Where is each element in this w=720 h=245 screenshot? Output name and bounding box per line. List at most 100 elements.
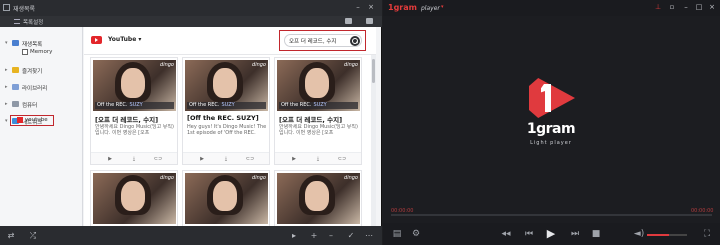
download-icon[interactable]: ⤓ [221, 156, 231, 162]
play-selected-icon[interactable]: ▸ [289, 231, 299, 240]
download-icon[interactable]: ⤓ [129, 156, 139, 162]
scrollbar-thumb[interactable] [372, 59, 375, 83]
video-card[interactable]: dingo Off the REC. SUZY [오프 더 레코드, 수지] 안녕하세요… [90, 57, 178, 165]
app-root: 재생목록 – × 목록설정 ▾ 재생목록 Memory ▸ 즐겨찾기 ▸ 라이브… [0, 0, 720, 245]
sidebar-item-label: 라이브러리 [22, 86, 48, 92]
seek-bar[interactable] [391, 214, 712, 216]
thumbnail-badge: dingo [344, 175, 358, 181]
volume-slider[interactable] [647, 234, 687, 236]
video-title[interactable]: [Off the REC. SUZY] [187, 114, 269, 122]
folder-icon[interactable] [345, 18, 352, 24]
thumbnail-caption: Off the REC. SUZY [279, 102, 358, 109]
player-titlebar: 1gram player ▾ ⊥ ▫ – □ × [383, 0, 720, 16]
sidebar-subitem-memory[interactable]: Memory [0, 48, 83, 57]
logo-text: 1gram [526, 121, 576, 137]
thumbnail-face [213, 181, 237, 211]
playlist-toolbar: 목록설정 [0, 16, 382, 27]
repeat-icon[interactable]: ⇄ [6, 231, 16, 240]
video-description: Hey guys! It's Dingo Music! The 1st epis… [187, 124, 267, 136]
remove-icon[interactable]: – [326, 231, 336, 240]
play-icon[interactable]: ▶ [197, 156, 207, 162]
download-icon[interactable]: ⤓ [313, 156, 323, 162]
shuffle-icon[interactable]: ⤮ [28, 231, 38, 240]
logo-play-icon [529, 78, 575, 118]
video-thumbnail[interactable]: dingo [185, 173, 268, 224]
close-icon[interactable]: × [707, 3, 717, 11]
video-thumbnail[interactable]: dingo [277, 173, 360, 224]
search-input[interactable] [289, 37, 347, 45]
player-controls: ▤ ⚙ ◂◂ ⏮ ▶ ⏭ ■ ◄) ⛶ [383, 223, 720, 245]
link-icon[interactable]: ⊂⊃ [337, 156, 347, 162]
search-icon[interactable] [350, 36, 360, 46]
prev-frame-icon[interactable]: ◂◂ [500, 229, 512, 239]
fullscreen-icon[interactable]: ⛶ [701, 229, 713, 239]
video-title[interactable]: [오프 더 레코드, 수지] [279, 114, 361, 124]
video-thumbnail[interactable]: dingo [93, 173, 176, 224]
video-card[interactable]: dingo Off the REC. SUZY [오프 더 레코드, 수지] 안녕하세요… [274, 57, 362, 165]
playlist-icon [12, 40, 19, 46]
thumbnail-face [305, 181, 329, 211]
save-list-icon[interactable] [366, 18, 373, 24]
chevron-right-icon[interactable]: ▸ [5, 84, 8, 90]
computer-icon [12, 101, 19, 107]
link-icon[interactable]: ⊂⊃ [245, 156, 255, 162]
thumbnail-face [305, 68, 329, 98]
sidebar-item-label: 재생목록 [22, 42, 43, 48]
chevron-down-icon[interactable]: ▾ [5, 40, 8, 46]
close-icon[interactable]: × [366, 3, 376, 11]
playlist-window-icon [3, 4, 10, 11]
sidebar-item-playlist[interactable]: ▾ 재생목록 [0, 38, 83, 48]
volume-icon[interactable]: ◄) [633, 229, 645, 239]
more-icon[interactable]: ⋯ [364, 231, 374, 240]
playlist-bottombar: ⇄ ⤮ ▸ + – ✓ ⋯ [0, 226, 382, 245]
video-thumbnail[interactable]: dingo Off the REC. SUZY [93, 60, 176, 111]
playlist-window-title: 재생목록 [13, 6, 36, 13]
list-settings-label[interactable]: 목록설정 [23, 18, 43, 26]
next-icon[interactable]: ⏭ [569, 229, 581, 239]
video-description: 안녕하세요 Dingo Music(딩고 뮤직)입니다. 이번 영상은 [오프 [279, 124, 358, 136]
thumbnail-badge: dingo [160, 175, 174, 181]
playlist-window: 재생목록 – × 목록설정 ▾ 재생목록 Memory ▸ 즐겨찾기 ▸ 라이브… [0, 0, 382, 245]
pin-icon[interactable]: ⊥ [653, 3, 663, 11]
volume-slider-fill [647, 234, 669, 236]
sidebar-item-favorites[interactable]: ▸ 즐겨찾기 [0, 65, 83, 75]
card-actions: ▶ ⤓ ⊂⊃ [183, 152, 269, 164]
minimize-icon[interactable]: – [353, 3, 363, 11]
stop-icon[interactable]: ■ [590, 229, 602, 239]
thumbnail-face [121, 68, 145, 98]
previous-icon[interactable]: ⏮ [523, 229, 535, 239]
card-actions: ▶ ⤓ ⊂⊃ [91, 152, 177, 164]
star-folder-icon [12, 67, 19, 73]
link-icon[interactable]: ⊂⊃ [153, 156, 163, 162]
video-card[interactable]: dingo Off the REC. SUZY [Off the REC. SUZY]… [182, 57, 270, 165]
source-selector[interactable]: YouTube ▾ [108, 36, 141, 43]
memory-icon [22, 49, 28, 55]
sidebar-item-computer[interactable]: ▸ 컴퓨터 [0, 99, 83, 109]
play-icon[interactable]: ▶ [545, 228, 557, 239]
search-box [284, 34, 362, 47]
minimize-icon[interactable]: – [681, 3, 691, 11]
youtube-logo-icon [91, 36, 102, 44]
maximize-icon[interactable]: □ [694, 3, 704, 11]
play-icon[interactable]: ▶ [105, 156, 115, 162]
settings-icon[interactable]: ⚙ [410, 229, 422, 239]
video-title[interactable]: [오프 더 레코드, 수지] [95, 114, 177, 124]
video-thumbnail[interactable]: dingo Off the REC. SUZY [185, 60, 268, 111]
sidebar-item-library[interactable]: ▸ 라이브러리 [0, 82, 83, 92]
thumbnail-badge: dingo [344, 62, 358, 68]
list-settings-icon[interactable] [14, 19, 20, 24]
youtube-highlight-box [10, 115, 54, 126]
thumbnail-face [121, 181, 145, 211]
thumbnail-badge: dingo [252, 62, 266, 68]
check-icon[interactable]: ✓ [346, 231, 356, 240]
playlist-toggle-icon[interactable]: ▤ [391, 229, 403, 239]
video-thumbnail[interactable]: dingo Off the REC. SUZY [277, 60, 360, 111]
chevron-right-icon[interactable]: ▸ [5, 101, 8, 107]
video-description: 안녕하세요 Dingo Music(딩고 뮤직)입니다. 이번 영상은 [오프 [95, 124, 174, 136]
add-icon[interactable]: + [309, 231, 319, 240]
chevron-right-icon[interactable]: ▸ [5, 67, 8, 73]
play-icon[interactable]: ▶ [289, 156, 299, 162]
restore-icon[interactable]: ▫ [667, 3, 677, 11]
menu-chevron-icon[interactable]: ▾ [441, 4, 444, 10]
scrollbar[interactable] [371, 55, 376, 245]
